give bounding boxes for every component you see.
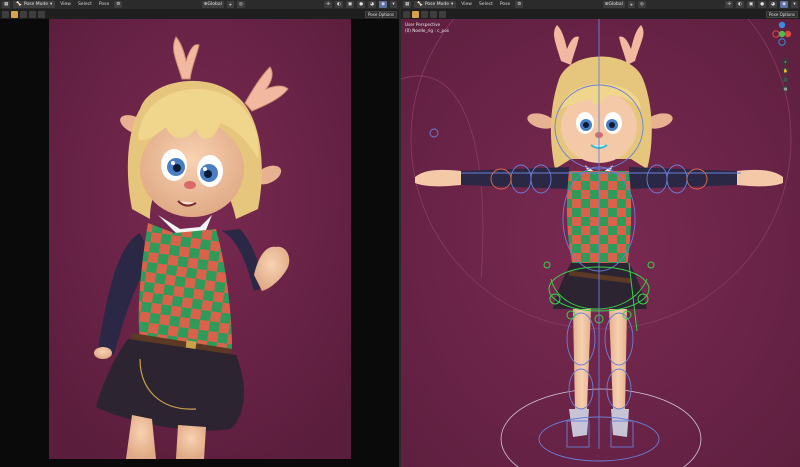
pose-options-button-left[interactable]: Pose Options: [365, 10, 397, 18]
render-image: [49, 19, 351, 459]
proportional-icon-right[interactable]: ◎: [637, 1, 646, 8]
move-tool-icon-right[interactable]: [412, 10, 419, 18]
camera-icon[interactable]: 🎥: [782, 76, 789, 83]
mode-label-right: Pose Mode: [424, 2, 449, 7]
shading-rendered-icon[interactable]: ◉: [379, 1, 387, 8]
chevron-down-icon: ▾: [50, 2, 53, 7]
transform-orientation-select-left[interactable]: ⊕ Global: [201, 1, 224, 8]
shading-solid-icon-right[interactable]: ●: [758, 1, 767, 8]
transform-orientation-select-right[interactable]: ⊕ Global: [602, 1, 625, 8]
snap-icon-right[interactable]: ⌖: [627, 1, 635, 8]
xray-icon[interactable]: ▣: [345, 1, 355, 8]
pivot-label-left: Global: [207, 2, 222, 7]
pose-mode-icon-right: 🦴: [417, 2, 423, 7]
menu-select-left[interactable]: Select: [76, 2, 94, 7]
select-box-icon-right[interactable]: [403, 10, 410, 18]
viewport-info: User Perspective (0) Noelle_rig : c_pos: [405, 22, 449, 34]
shading-solid-icon[interactable]: ●: [357, 1, 366, 8]
active-object-label: (0) Noelle_rig : c_pos: [405, 28, 449, 33]
mode-select-right[interactable]: 🦴 Pose Mode ▾: [414, 1, 457, 8]
render-viewport[interactable]: ▦ 🦴 Pose Mode ▾ View Select Pose ⚙ ⊕ Glo…: [0, 0, 399, 467]
shading-rendered-icon-right[interactable]: ◉: [780, 1, 788, 8]
leg-right: [176, 425, 206, 459]
viewport-header-right: ▦ 🦴 Pose Mode ▾ View Select Pose ⚙ ⊕ Glo…: [401, 0, 800, 9]
proportional-icon[interactable]: ◎: [236, 1, 245, 8]
hand-icon[interactable]: ✋: [782, 67, 789, 74]
nose: [184, 181, 196, 189]
rotate-tool-icon-right[interactable]: [421, 10, 428, 18]
mode-select-left[interactable]: 🦴 Pose Mode ▾: [13, 1, 56, 8]
pose-options-button-right[interactable]: Pose Options: [766, 10, 798, 18]
gizmo-toggle-icon[interactable]: ✢: [324, 1, 332, 8]
scale-tool-icon-right[interactable]: [430, 10, 437, 18]
menu-pose-right[interactable]: Pose: [498, 2, 512, 7]
gizmo-toggle-icon-right[interactable]: ✢: [725, 1, 733, 8]
checkered-vest: [138, 223, 232, 349]
move-tool-icon[interactable]: [11, 10, 18, 18]
shading-material-icon[interactable]: ◕: [368, 1, 377, 8]
grid-view-icon[interactable]: ▦: [782, 85, 789, 92]
transform-tool-icon-right[interactable]: [439, 10, 446, 18]
scale-tool-icon[interactable]: [29, 10, 36, 18]
axis-gizmo[interactable]: [772, 20, 792, 54]
select-box-icon[interactable]: [2, 10, 9, 18]
shading-options-icon[interactable]: ▾: [390, 1, 397, 8]
pose-options-icon-right[interactable]: ⚙: [515, 1, 524, 8]
chevron-down-icon-right: ▾: [451, 2, 454, 7]
overlay-icon[interactable]: ◐: [334, 1, 343, 8]
editor-type-icon-right[interactable]: ▦: [403, 1, 412, 8]
shading-material-icon-right[interactable]: ◕: [769, 1, 778, 8]
pose-mode-icon: 🦴: [16, 2, 22, 7]
snap-icon[interactable]: ⌖: [226, 1, 234, 8]
overlay-icon-right[interactable]: ◐: [735, 1, 744, 8]
pose-options-icon[interactable]: ⚙: [114, 1, 123, 8]
zoom-icon[interactable]: ⌕: [782, 58, 789, 65]
xray-icon-right[interactable]: ▣: [746, 1, 756, 8]
rig-canvas: [401, 19, 800, 467]
tool-settings-right: Pose Options: [401, 9, 800, 19]
mode-label-left: Pose Mode: [23, 2, 48, 7]
menu-select-right[interactable]: Select: [477, 2, 495, 7]
shading-options-icon-right[interactable]: ▾: [791, 1, 798, 8]
menu-view-left[interactable]: View: [58, 2, 73, 7]
rotate-tool-icon[interactable]: [20, 10, 27, 18]
menu-pose-left[interactable]: Pose: [97, 2, 111, 7]
viewport-header-left: ▦ 🦴 Pose Mode ▾ View Select Pose ⚙ ⊕ Glo…: [0, 0, 399, 9]
rig-viewport[interactable]: ▦ 🦴 Pose Mode ▾ View Select Pose ⚙ ⊕ Glo…: [401, 0, 800, 467]
editor-type-icon[interactable]: ▦: [2, 1, 11, 8]
menu-view-right[interactable]: View: [459, 2, 474, 7]
tool-settings-left: Pose Options: [0, 9, 399, 19]
transform-tool-icon[interactable]: [38, 10, 45, 18]
pivot-label-right: Global: [608, 2, 623, 7]
